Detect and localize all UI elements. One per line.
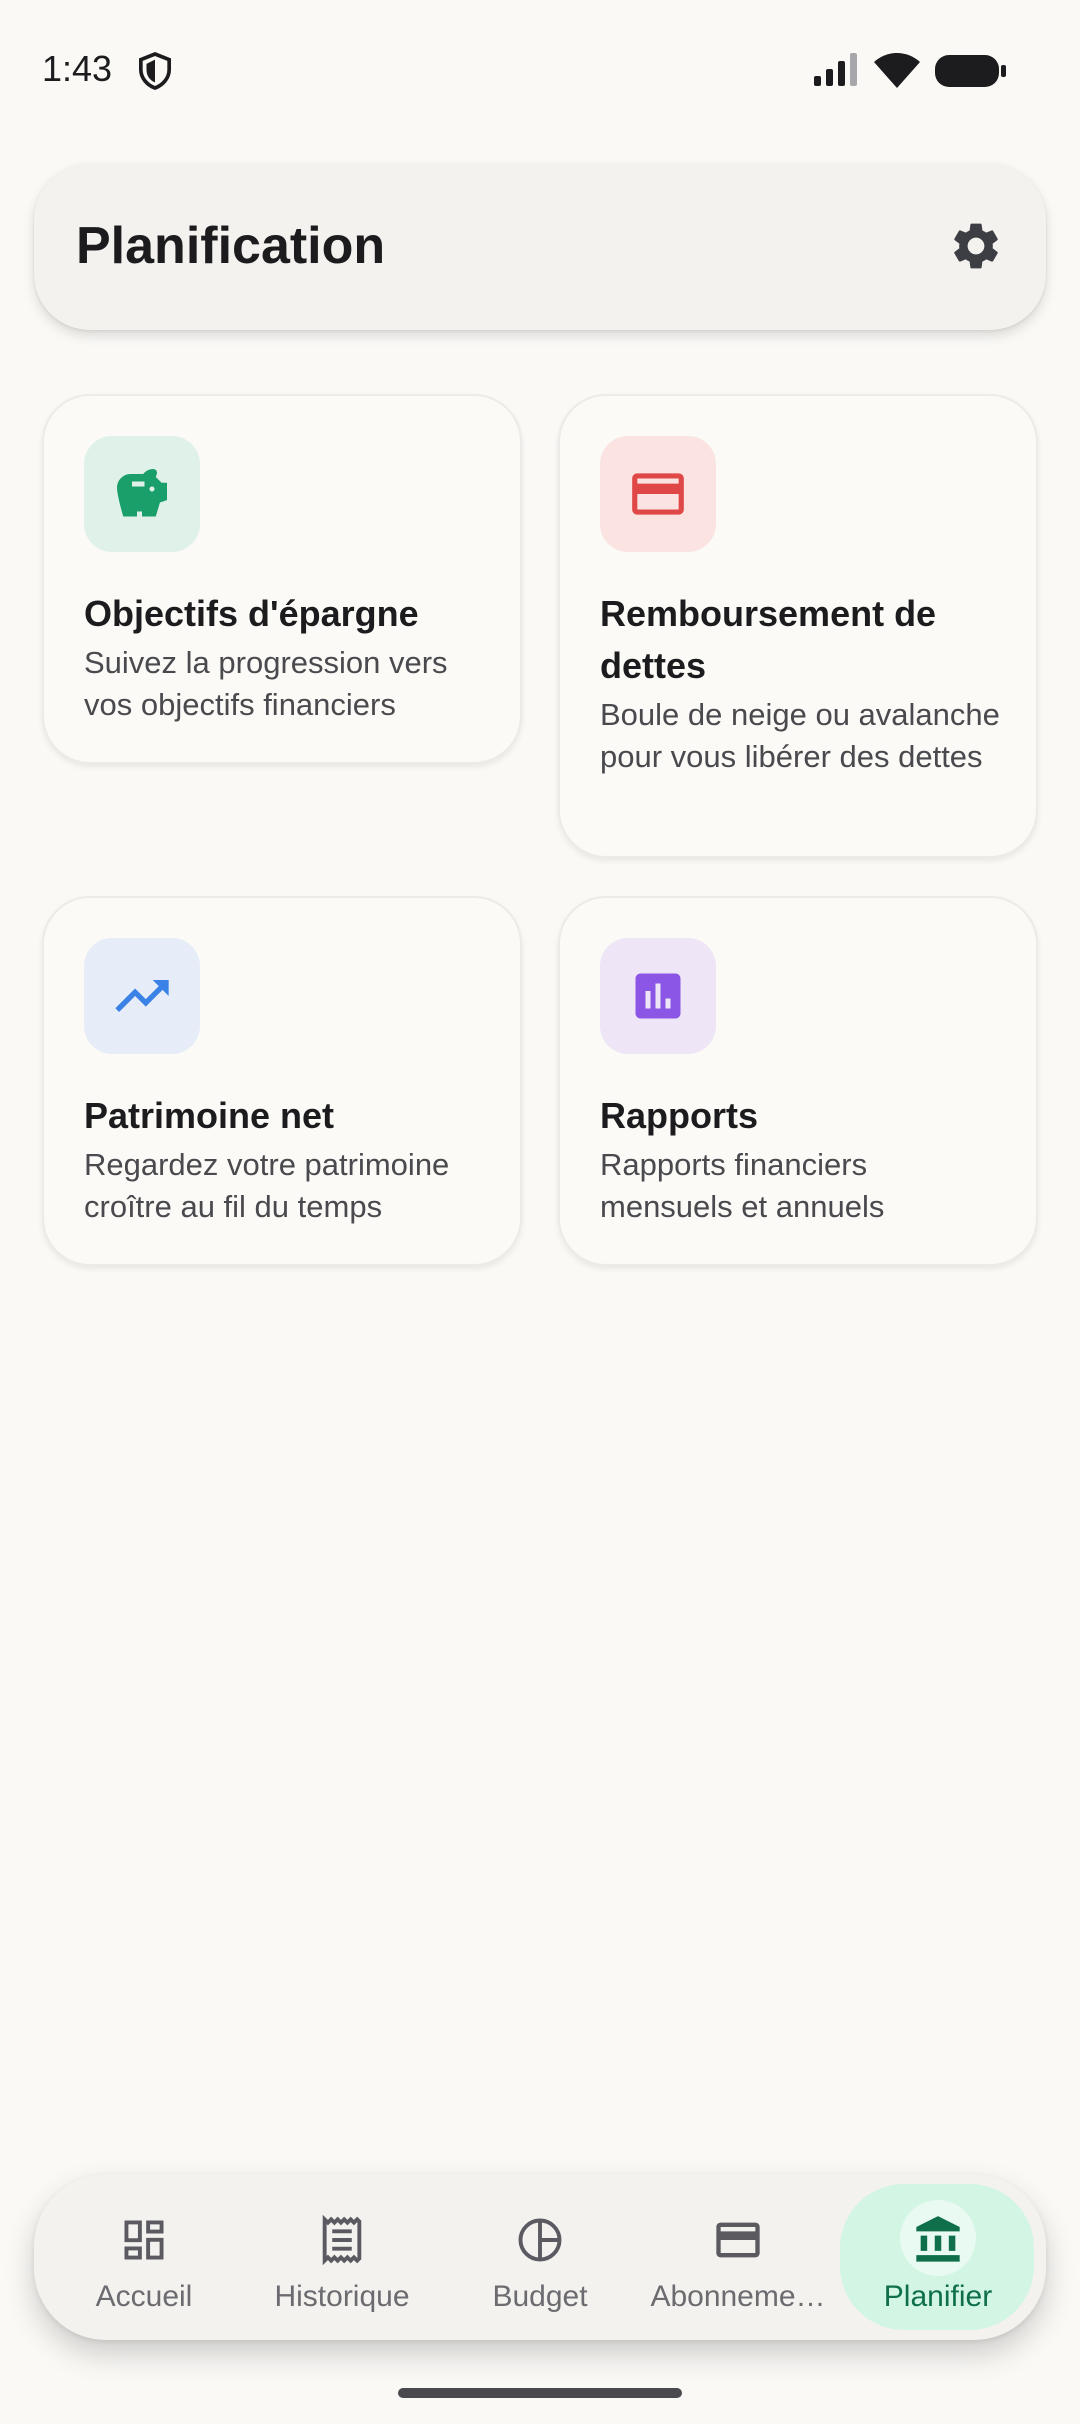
status-bar: 1:43 [0,0,1080,140]
nav-item-budget[interactable]: Budget [442,2174,638,2340]
nav-item-accueil[interactable]: Accueil [46,2174,242,2340]
page-title: Planification [76,217,386,275]
nav-label: Abonneme… [650,2280,826,2313]
card-icon-tile [84,436,200,552]
card-savings-goals[interactable]: Objectifs d'épargne Suivez la progressio… [42,394,522,764]
credit-card-icon [632,473,684,515]
status-time: 1:43 [42,48,113,89]
wifi-icon [874,53,920,88]
shield-icon [138,52,172,90]
card-description: Regardez votre patrimoine croître au fil… [84,1147,450,1224]
card-description: Boule de neige ou avalanche pour vous li… [600,697,1000,774]
battery-icon [935,55,1006,87]
card-title: Patrimoine net [84,1095,335,1136]
home-indicator[interactable] [398,2388,682,2398]
card-icon-tile [600,436,716,552]
bottom-navigation: Accueil Historique Budget Abonneme… Plan… [34,2174,1046,2340]
nav-item-historique[interactable]: Historique [244,2174,440,2340]
nav-item-planifier[interactable]: Planifier [840,2174,1036,2340]
receipt-icon [322,2214,362,2266]
card-title: Rapports [600,1095,759,1136]
card-debt-repayment[interactable]: Remboursement de dettes Boule de neige o… [558,394,1038,858]
card-icon-tile [600,938,716,1054]
card-reports[interactable]: Rapports Rapports financiers mensuels et… [558,896,1038,1266]
nav-label: Budget [492,2280,588,2313]
bank-icon [916,2216,960,2262]
card-title: Objectifs d'épargne [84,593,419,634]
top-app-bar: Planification [34,164,1046,330]
card-net-worth[interactable]: Patrimoine net Regardez votre patrimoine… [42,896,522,1266]
nav-label: Historique [274,2280,410,2313]
card-title: Remboursement de dettes [600,593,937,686]
signal-icon [814,53,857,86]
nav-label: Planifier [883,2280,993,2313]
settings-button[interactable] [944,214,1008,278]
nav-item-abonnements[interactable]: Abonneme… [640,2174,836,2340]
card-icon [716,2222,760,2258]
card-icon-tile [84,938,200,1054]
nav-label: Accueil [95,2280,193,2313]
dashboard-icon [124,2220,164,2260]
bar-chart-icon [635,973,681,1019]
card-description: Rapports financiers mensuels et annuels [600,1147,885,1224]
trending-up-icon [115,980,169,1012]
piggy-bank-icon [117,469,167,517]
gear-icon [954,223,998,269]
card-description: Suivez la progression vers vos objectifs… [84,645,448,722]
pie-chart-icon [518,2218,562,2262]
